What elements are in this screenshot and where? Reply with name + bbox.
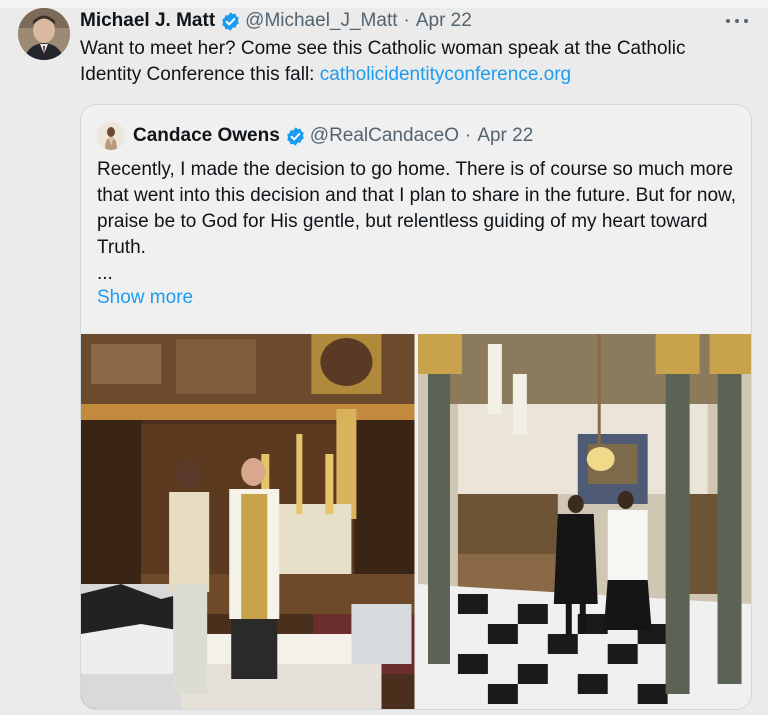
verified-badge-icon: [285, 126, 306, 147]
verified-badge-icon: [220, 11, 241, 32]
more-options-icon[interactable]: [726, 12, 748, 30]
photo-altar-image: [81, 334, 415, 709]
quoted-header-separator: ·: [464, 125, 472, 146]
header-separator: ·: [403, 10, 410, 31]
quoted-post-ellipsis: ...: [97, 263, 113, 284]
post-header: Michael J. Matt @Michael_J_Matt · Apr 22: [80, 8, 472, 34]
more-dot: [735, 19, 739, 23]
post-date[interactable]: Apr 22: [416, 10, 472, 32]
quoted-post-date[interactable]: Apr 22: [477, 125, 533, 147]
photo-nave-image: [417, 334, 751, 709]
quoted-post-paragraph: Recently, I made the decision to go home…: [97, 159, 737, 258]
quoted-author-avatar[interactable]: [97, 122, 125, 150]
quoted-post-header: Candace Owens @RealCandaceO · Apr 22: [133, 123, 533, 149]
top-strip: [0, 0, 768, 8]
author-name[interactable]: Michael J. Matt: [80, 10, 215, 32]
author-avatar[interactable]: [18, 8, 70, 60]
show-more-link[interactable]: Show more: [97, 287, 193, 309]
more-dot: [726, 19, 730, 23]
post-text: Want to meet her? Come see this Catholic…: [80, 36, 750, 88]
media-grid: [81, 334, 751, 709]
author-handle[interactable]: @Michael_J_Matt: [245, 10, 397, 32]
photo-nave[interactable]: [417, 334, 751, 709]
quoted-author-name[interactable]: Candace Owens: [133, 125, 280, 147]
more-dot: [744, 19, 748, 23]
quoted-author-avatar-image: [97, 122, 125, 150]
post-link[interactable]: catholicidentityconference.org: [320, 64, 571, 85]
quoted-post[interactable]: Candace Owens @RealCandaceO · Apr 22 Rec…: [80, 104, 752, 710]
photo-altar[interactable]: [81, 334, 415, 709]
author-avatar-image: [18, 8, 70, 60]
quoted-post-text: Recently, I made the decision to go home…: [97, 157, 737, 261]
quoted-author-handle[interactable]: @RealCandaceO: [310, 125, 459, 147]
